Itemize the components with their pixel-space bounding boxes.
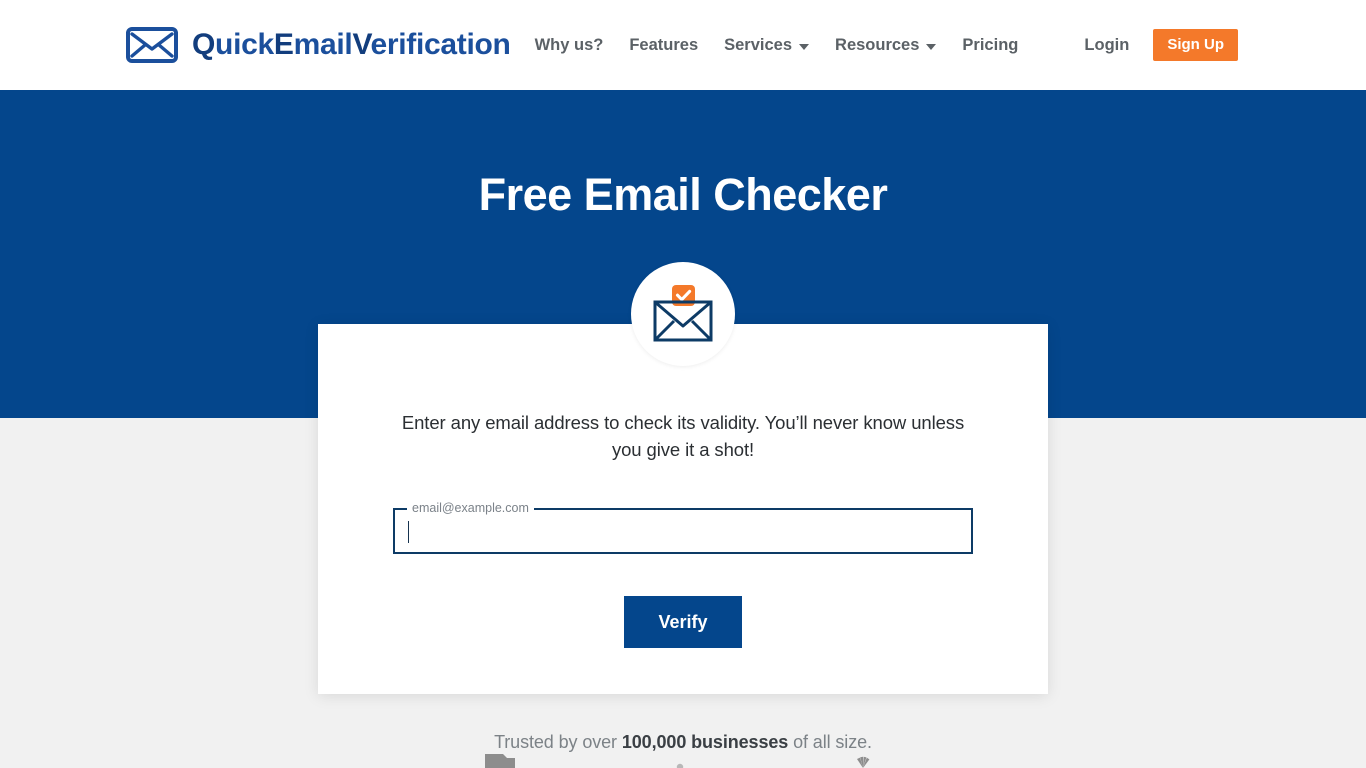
email-verified-icon	[653, 285, 713, 342]
login-link[interactable]: Login	[1084, 36, 1129, 55]
email-verified-badge	[631, 262, 735, 366]
nav-item-features[interactable]: Features	[629, 36, 698, 55]
nav-label: Pricing	[962, 35, 1019, 54]
nav-item-why-us[interactable]: Why us?	[535, 36, 604, 55]
sign-up-button[interactable]: Sign Up	[1153, 28, 1238, 62]
chevron-down-icon	[926, 44, 937, 50]
main-navigation: Why us? Features Services Resources Pric…	[535, 36, 1019, 55]
trusted-prefix: Trusted by over	[494, 732, 622, 752]
site-header: QuickEmailVerification Why us? Features …	[0, 0, 1366, 90]
email-field-wrapper[interactable]: email@example.com	[393, 502, 973, 554]
verify-button[interactable]: Verify	[624, 595, 742, 648]
text-cursor	[408, 520, 409, 543]
partner-logo-icon	[676, 763, 684, 768]
envelope-icon	[126, 27, 178, 63]
nav-item-services[interactable]: Services	[724, 35, 810, 55]
card-description: Enter any email address to check its val…	[401, 412, 965, 460]
chevron-down-icon	[799, 44, 810, 50]
content-area: Enter any email address to check its val…	[0, 262, 1366, 768]
nav-label: Features	[629, 35, 699, 54]
partner-logo-strip	[0, 752, 1366, 768]
brand-name: QuickEmailVerification	[192, 28, 511, 61]
partner-logo-icon	[485, 754, 515, 768]
verify-card: Enter any email address to check its val…	[318, 324, 1048, 694]
nav-label: Services	[724, 35, 793, 54]
brand-logo[interactable]: QuickEmailVerification	[126, 27, 511, 63]
nav-label: Resources	[835, 35, 920, 54]
verify-button-row: Verify	[393, 595, 973, 648]
page-title: Free Email Checker	[478, 169, 888, 220]
nav-item-pricing[interactable]: Pricing	[962, 36, 1018, 55]
nav-label: Why us?	[534, 35, 604, 54]
partner-peacock-icon	[857, 756, 870, 768]
trusted-highlight: 100,000 businesses	[621, 732, 789, 752]
nav-item-resources[interactable]: Resources	[835, 35, 937, 55]
trusted-text: Trusted by over 100,000 businesses of al…	[0, 732, 1366, 753]
email-input[interactable]	[393, 507, 973, 554]
header-actions: Login Sign Up	[1084, 28, 1238, 62]
trusted-suffix: of all size.	[788, 732, 872, 752]
